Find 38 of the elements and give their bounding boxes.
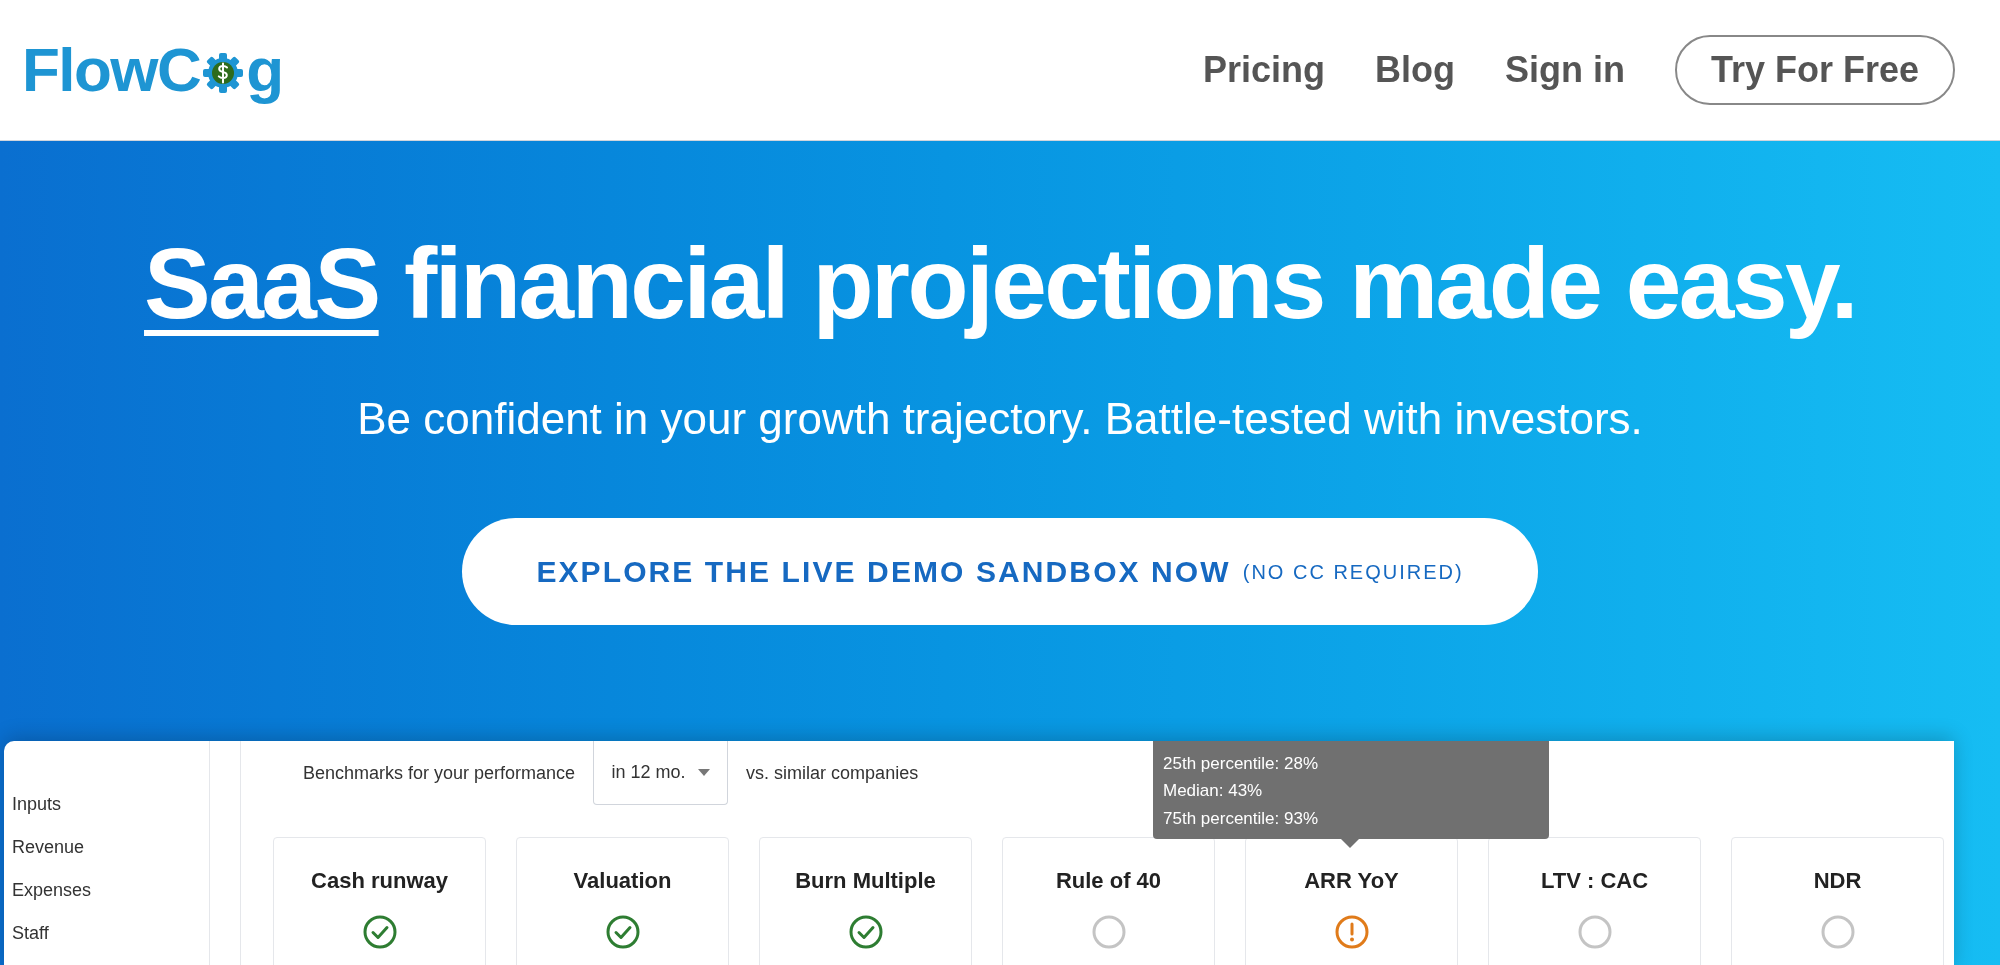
sidebar-item[interactable]: Expenses bbox=[12, 877, 209, 903]
warning-circle-icon bbox=[1334, 915, 1369, 949]
demo-button[interactable]: EXPLORE THE LIVE DEMO SANDBOX NOW (NO CC REQUIRED) bbox=[462, 518, 1538, 625]
saas-link[interactable]: SaaS bbox=[144, 227, 379, 339]
check-circle-icon bbox=[605, 915, 640, 949]
benchmarks-label: Benchmarks for your performance bbox=[303, 761, 576, 785]
card-title: Valuation bbox=[573, 867, 672, 895]
tooltip-line: 25th percentile: 28% bbox=[1163, 753, 1319, 775]
card-title: NDR bbox=[1813, 867, 1862, 895]
subtitle: Be confident in your growth trajectory. Battle-tested with investors. bbox=[357, 393, 1643, 445]
nav-link[interactable]: Sign in bbox=[1504, 43, 1625, 97]
card-title: Rule of 40 bbox=[1055, 867, 1162, 895]
check-circle-icon bbox=[848, 915, 883, 949]
nav-link[interactable]: Blog bbox=[1374, 43, 1455, 97]
sidebar-item[interactable]: Inputs bbox=[12, 791, 209, 817]
period-dropdown[interactable]: in 12 mo. bbox=[593, 741, 729, 805]
empty-circle-icon bbox=[1820, 915, 1855, 949]
metric-card[interactable]: NDR bbox=[1731, 837, 1944, 965]
try-free-button[interactable]: Try For Free bbox=[1674, 35, 1955, 105]
metric-card[interactable]: Valuation bbox=[516, 837, 729, 965]
sidebar-item[interactable]: Staff bbox=[12, 920, 209, 946]
tooltip-line: 75th percentile: 93% bbox=[1163, 807, 1319, 829]
metric-card[interactable]: Burn Multiple bbox=[759, 837, 972, 965]
card-title: ARR YoY bbox=[1304, 867, 1399, 895]
card-title: LTV : CAC bbox=[1540, 867, 1649, 895]
comparison-label: vs. similar companies bbox=[746, 761, 919, 785]
check-circle-icon bbox=[362, 915, 397, 949]
sidebar-item[interactable]: Revenue bbox=[12, 834, 209, 860]
caret-icon bbox=[697, 769, 710, 776]
empty-circle-icon bbox=[1091, 915, 1126, 949]
card-title: Cash runway bbox=[311, 867, 448, 895]
headline: SaaS financial projections made easy. bbox=[144, 226, 1856, 341]
empty-circle-icon bbox=[1577, 915, 1612, 949]
nav-link[interactable]: Pricing bbox=[1202, 43, 1325, 97]
tooltip-line: Median: 43% bbox=[1163, 780, 1264, 802]
cog-dollar-icon bbox=[201, 51, 246, 95]
metric-card[interactable]: Cash runway bbox=[273, 837, 486, 965]
card-title: Burn Multiple bbox=[795, 867, 936, 895]
